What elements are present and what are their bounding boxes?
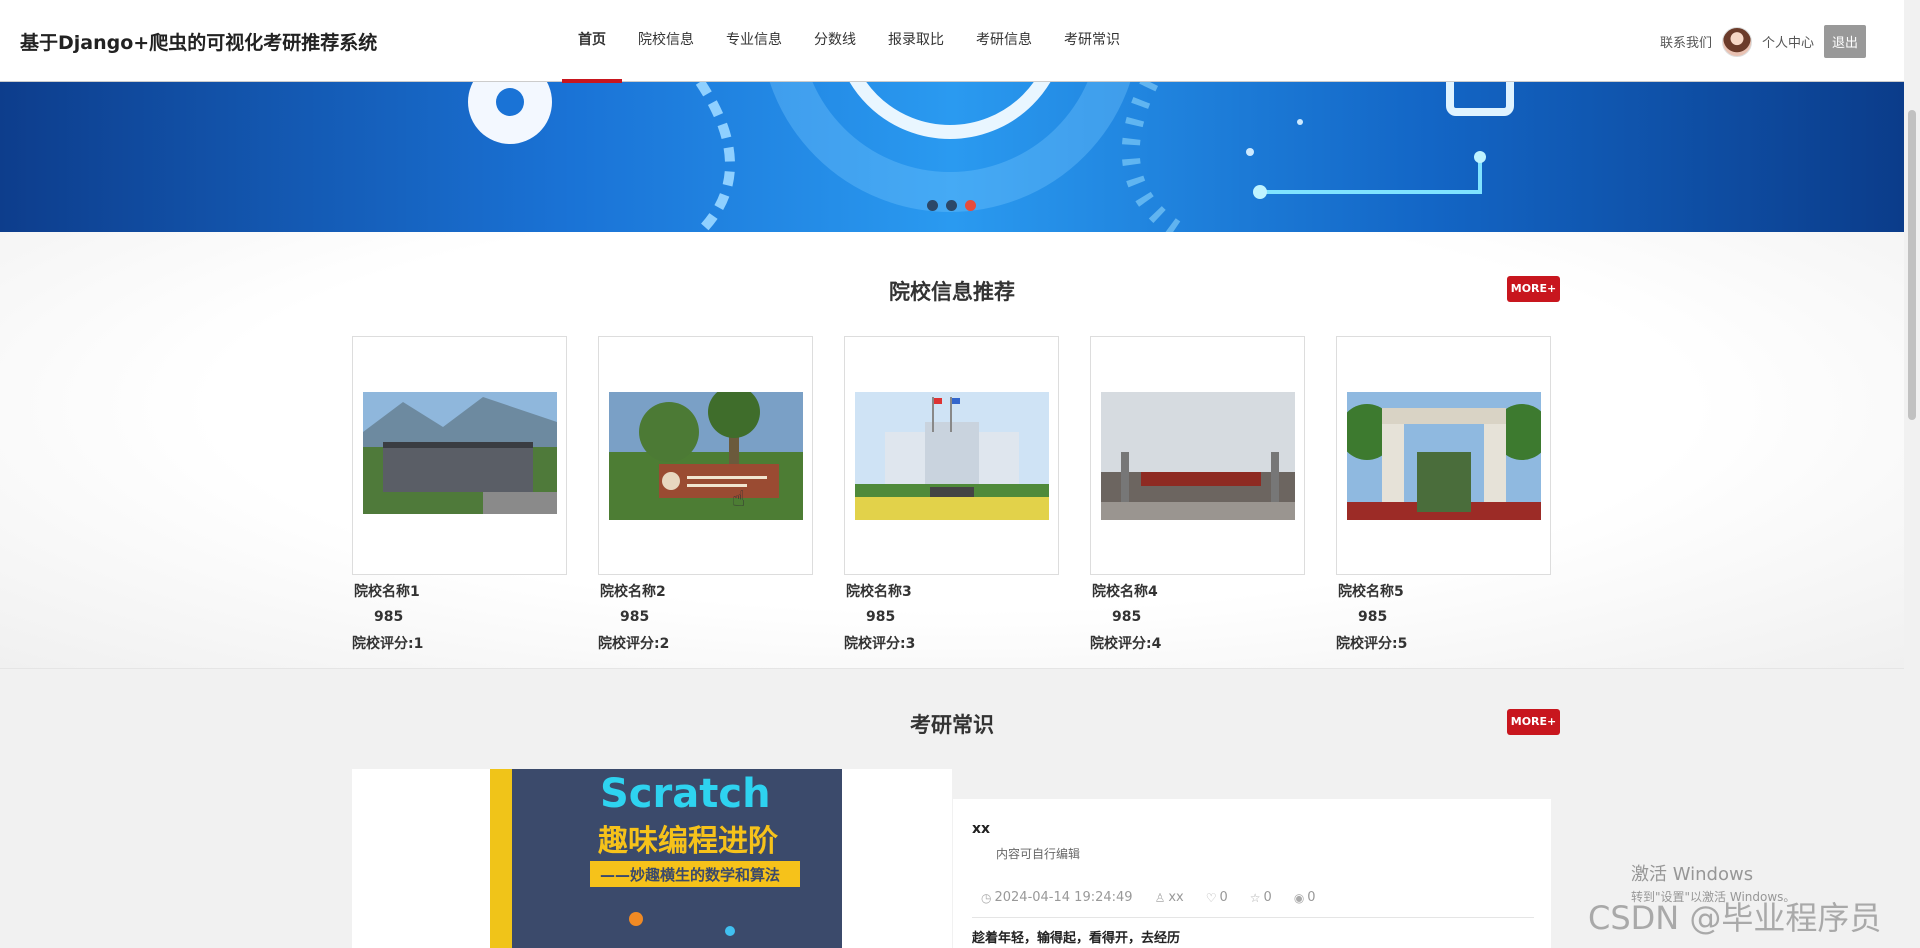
school-score: 院校评分:4 (1090, 636, 1162, 652)
carousel-dot-2[interactable] (946, 200, 957, 211)
nav-item-schools[interactable]: 院校信息 (622, 0, 710, 82)
top-header: 基于Django+爬虫的可视化考研推荐系统 首页 院校信息 专业信息 分数线 报… (0, 0, 1904, 83)
more-button-schools[interactable]: MORE+ (1507, 276, 1560, 302)
star-icon: ☆ (1249, 890, 1261, 905)
school-level: 985 (620, 609, 650, 625)
school-card-list: 院校名称1 985 院校评分:1 院校名称2 985 院校评分:2 院校名称3 … (352, 336, 1551, 653)
hand-cursor-icon: ☝ (732, 487, 746, 512)
article-footer-text: 趁着年轻，输得起，看得开，去经历 (972, 931, 1181, 946)
school-photo (1346, 391, 1541, 520)
site-title: 基于Django+爬虫的可视化考研推荐系统 (20, 32, 378, 54)
csdn-watermark: CSDN @毕业程序员 (1588, 899, 1882, 937)
school-image-frame[interactable] (1090, 336, 1305, 575)
school-card[interactable]: 院校名称5 985 院校评分:5 (1336, 336, 1551, 653)
school-name: 院校名称3 (846, 584, 912, 600)
school-score: 院校评分:3 (844, 636, 916, 652)
article-summary: 内容可自行编辑 (996, 847, 1081, 861)
carousel-dot-3[interactable] (965, 200, 976, 211)
school-level: 985 (374, 609, 404, 625)
book-line-2: 趣味编程进阶 (598, 824, 778, 859)
banner-carousel[interactable] (0, 82, 1904, 232)
book-line-1: Scratch (600, 771, 771, 817)
article-favorites[interactable]: ☆ 0 (1250, 890, 1272, 905)
school-name: 院校名称2 (600, 584, 666, 600)
book-cover-art: Scratch 趣味编程进阶 ——妙趣横生的数学和算法 (490, 769, 842, 948)
article-meta: ◷ 2024-04-14 19:24:49 ♙ xx ♡ 0 ☆ 0 ◉ 0 (981, 890, 1316, 905)
article-favorites-text: 0 (1263, 890, 1272, 905)
school-level: 985 (1112, 609, 1142, 625)
scrollbar-thumb[interactable] (1908, 110, 1916, 420)
article-title[interactable]: xx (972, 821, 990, 837)
book-line-3: ——妙趣横生的数学和算法 (600, 866, 780, 884)
page: 基于Django+爬虫的可视化考研推荐系统 首页 院校信息 专业信息 分数线 报… (0, 0, 1920, 948)
school-image-frame[interactable] (352, 336, 567, 575)
school-photo (1100, 391, 1295, 520)
vertical-scrollbar[interactable] (1904, 0, 1920, 948)
school-photo (854, 391, 1049, 520)
article-likes[interactable]: ♡ 0 (1206, 890, 1228, 905)
school-name: 院校名称5 (1338, 584, 1404, 600)
school-card[interactable]: 院校名称1 985 院校评分:1 (352, 336, 567, 653)
school-score: 院校评分:1 (352, 636, 424, 652)
school-name: 院校名称1 (354, 584, 420, 600)
school-image-frame[interactable] (598, 336, 813, 575)
thumbs-up-icon: ♡ (1205, 890, 1217, 905)
carousel-dot-1[interactable] (927, 200, 938, 211)
article-card[interactable]: xx 内容可自行编辑 ◷ 2024-04-14 19:24:49 ♙ xx ♡ … (953, 799, 1551, 948)
nav-item-majors[interactable]: 专业信息 (710, 0, 798, 82)
carousel-dots (927, 200, 976, 211)
school-card[interactable]: 院校名称4 985 院校评分:4 (1090, 336, 1305, 653)
school-image-frame[interactable] (1336, 336, 1551, 575)
article-date-text: 2024-04-14 19:24:49 (994, 890, 1133, 905)
nav-item-exam-knowledge[interactable]: 考研常识 (1048, 0, 1136, 82)
article-author-text: xx (1168, 890, 1184, 905)
clock-icon: ◷ (981, 890, 992, 905)
nav-item-admission-ratio[interactable]: 报录取比 (872, 0, 960, 82)
school-level: 985 (1358, 609, 1388, 625)
school-score: 院校评分:5 (1336, 636, 1408, 652)
user-area: 联系我们 个人中心 退出 (1660, 25, 1866, 58)
article-likes-text: 0 (1219, 890, 1228, 905)
nav-item-exam-info[interactable]: 考研信息 (960, 0, 1048, 82)
book-cover-image: Scratch 趣味编程进阶 ——妙趣横生的数学和算法 (490, 769, 842, 948)
user-icon: ♙ (1154, 890, 1166, 905)
article-views-text: 0 (1307, 890, 1316, 905)
section-title-knowledge: 考研常识 (910, 713, 994, 737)
article-author: ♙ xx (1155, 890, 1184, 905)
more-button-knowledge[interactable]: MORE+ (1507, 709, 1560, 735)
school-image-frame[interactable] (844, 336, 1059, 575)
school-score: 院校评分:2 (598, 636, 670, 652)
school-recommend-section: 院校信息推荐 MORE+ 院校名称1 985 院校评分:1 院校名称2 985 … (0, 232, 1904, 669)
school-name: 院校名称4 (1092, 584, 1158, 600)
windows-activation-title: 激活 Windows (1631, 864, 1754, 885)
article-date: ◷ 2024-04-14 19:24:49 (981, 890, 1133, 905)
section-title-schools: 院校信息推荐 (889, 280, 1015, 304)
logout-button[interactable]: 退出 (1823, 25, 1866, 58)
featured-image-panel[interactable]: Scratch 趣味编程进阶 ——妙趣横生的数学和算法 (352, 769, 952, 948)
main-nav: 首页 院校信息 专业信息 分数线 报录取比 考研信息 考研常识 (562, 0, 1136, 83)
nav-item-score-lines[interactable]: 分数线 (798, 0, 872, 82)
article-divider (972, 917, 1534, 918)
eye-icon: ◉ (1293, 890, 1305, 905)
school-card[interactable]: 院校名称2 985 院校评分:2 (598, 336, 813, 653)
school-level: 985 (866, 609, 896, 625)
avatar[interactable] (1721, 26, 1752, 57)
nav-item-home[interactable]: 首页 (562, 0, 622, 83)
school-photo (608, 391, 803, 520)
profile-link[interactable]: 个人中心 (1762, 32, 1814, 51)
school-card[interactable]: 院校名称3 985 院校评分:3 (844, 336, 1059, 653)
contact-link[interactable]: 联系我们 (1660, 32, 1712, 51)
article-views: ◉ 0 (1294, 890, 1316, 905)
school-photo (362, 391, 557, 514)
